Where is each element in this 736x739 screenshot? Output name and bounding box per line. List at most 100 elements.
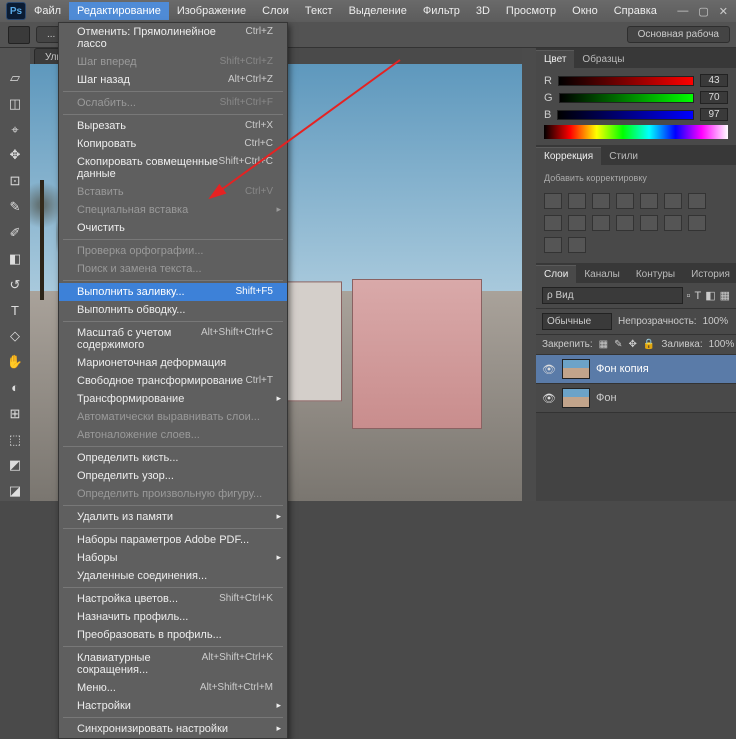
menu-item[interactable]: Выполнить обводку... [59,301,287,319]
menu-item[interactable]: Очистить [59,219,287,237]
lock-pixels-icon[interactable]: ▦ [599,339,608,350]
menu-item[interactable]: Скопировать совмещенные данныеShift+Ctrl… [59,153,287,183]
adj-icon[interactable] [592,215,610,231]
lock-position-icon[interactable]: ✥ [629,339,637,350]
restore-icon[interactable]: ▢ [698,5,708,18]
menu-item[interactable]: Удалить из памяти [59,508,287,526]
menu-item[interactable]: КопироватьCtrl+C [59,135,287,153]
collapsed-panel-strip[interactable] [522,48,536,501]
filter-icon[interactable]: T [694,290,701,302]
filter-icon[interactable]: ▫ [687,290,691,302]
tab-swatches[interactable]: Образцы [574,51,632,68]
adj-icon[interactable] [688,215,706,231]
tab-color[interactable]: Цвет [536,50,574,68]
tab-history[interactable]: История [683,266,736,283]
menu-item[interactable]: Назначить профиль... [59,608,287,626]
adj-icon[interactable] [688,193,706,209]
adj-icon[interactable] [640,193,658,209]
adj-icon[interactable] [568,193,586,209]
channel-value[interactable]: 70 [700,91,728,104]
menu-справка[interactable]: Справка [606,2,665,20]
menu-item[interactable]: Меню...Alt+Shift+Ctrl+M [59,679,287,697]
channel-slider[interactable] [557,110,694,120]
close-icon[interactable]: ✕ [719,5,728,18]
menu-item[interactable]: Наборы параметров Adobe PDF... [59,531,287,549]
menu-слои[interactable]: Слои [254,2,297,20]
menu-item[interactable]: Настройка цветов...Shift+Ctrl+K [59,590,287,608]
lock-all-icon[interactable]: 🔒 [643,339,655,350]
menu-item[interactable]: Отменить: Прямолинейное лассоCtrl+Z [59,23,287,53]
tab-styles[interactable]: Стили [601,148,646,165]
filter-icon[interactable]: ◧ [705,289,715,302]
menu-item[interactable]: Настройки [59,697,287,715]
tool-button[interactable]: ↺ [4,275,26,295]
lock-paint-icon[interactable]: ✎ [614,339,622,350]
adj-icon[interactable] [664,193,682,209]
fill-value[interactable]: 100% [709,339,735,350]
adj-icon[interactable] [568,215,586,231]
window-controls[interactable]: — ▢ ✕ [677,5,736,18]
adj-icon[interactable] [544,193,562,209]
adj-icon[interactable] [592,193,610,209]
tab-adjustments[interactable]: Коррекция [536,147,601,165]
layer-thumbnail[interactable] [562,359,590,379]
channel-value[interactable]: 97 [700,108,728,121]
menu-item[interactable]: Свободное трансформированиеCtrl+T [59,372,287,390]
tab-channels[interactable]: Каналы [576,266,628,283]
tool-button[interactable]: ✎ [4,197,26,217]
menu-фильтр[interactable]: Фильтр [415,2,468,20]
adj-icon[interactable] [544,237,562,253]
menu-item[interactable]: Шаг назадAlt+Ctrl+Z [59,71,287,89]
menu-item[interactable]: Удаленные соединения... [59,567,287,585]
blend-mode-select[interactable]: Обычные [542,313,612,330]
menu-item[interactable]: Преобразовать в профиль... [59,626,287,644]
menu-item[interactable]: Определить узор... [59,467,287,485]
menu-item[interactable]: Выполнить заливку...Shift+F5 [59,283,287,301]
tool-button[interactable]: ✋ [4,352,26,372]
channel-slider[interactable] [558,76,694,86]
adj-icon[interactable] [640,215,658,231]
tool-button[interactable]: ▱ [4,68,26,88]
menu-item[interactable]: ВырезатьCtrl+X [59,117,287,135]
layer-thumbnail[interactable] [562,388,590,408]
adj-icon[interactable] [568,237,586,253]
tool-button[interactable]: ◩ [4,455,26,475]
menu-просмотр[interactable]: Просмотр [498,2,564,20]
tool-button[interactable]: ◧ [4,249,26,269]
channel-slider[interactable] [559,93,694,103]
visibility-icon[interactable]: 👁 [542,392,556,405]
tool-button[interactable]: ⊞ [4,404,26,424]
menu-редактирование[interactable]: Редактирование [69,2,169,20]
menu-изображение[interactable]: Изображение [169,2,254,20]
menu-3d[interactable]: 3D [468,2,498,20]
tool-button[interactable]: ◐ [4,378,26,398]
menu-item[interactable]: Синхронизировать настройки [59,720,287,738]
tool-button[interactable]: ⌖ [4,120,26,140]
minimize-icon[interactable]: — [677,5,688,18]
menu-item[interactable]: Марионеточная деформация [59,354,287,372]
layer-row[interactable]: 👁 Фон копия [536,355,736,384]
workspace-switcher[interactable]: Основная рабоча [627,26,730,43]
tool-button[interactable]: ⬚ [4,430,26,450]
layer-row[interactable]: 👁 Фон [536,384,736,413]
color-spectrum[interactable] [544,125,728,139]
visibility-icon[interactable]: 👁 [542,363,556,376]
layer-filter[interactable]: ρ Вид [542,287,683,304]
menu-выделение[interactable]: Выделение [341,2,415,20]
adj-icon[interactable] [616,215,634,231]
menu-item[interactable]: Определить кисть... [59,449,287,467]
tool-button[interactable]: ⊡ [4,171,26,191]
tool-button[interactable]: ◫ [4,94,26,114]
menu-item[interactable]: Масштаб с учетом содержимогоAlt+Shift+Ct… [59,324,287,354]
tool-preset-swatch[interactable] [8,26,30,44]
menu-item[interactable]: Наборы [59,549,287,567]
opacity-value[interactable]: 100% [703,316,730,327]
adj-icon[interactable] [544,215,562,231]
menu-item[interactable]: Трансформирование [59,390,287,408]
menu-файл[interactable]: Файл [26,2,69,20]
filter-icon[interactable]: ▦ [720,289,730,302]
adj-icon[interactable] [616,193,634,209]
menu-текст[interactable]: Текст [297,2,341,20]
tool-button[interactable]: ◪ [4,481,26,501]
tool-button[interactable]: ✐ [4,223,26,243]
